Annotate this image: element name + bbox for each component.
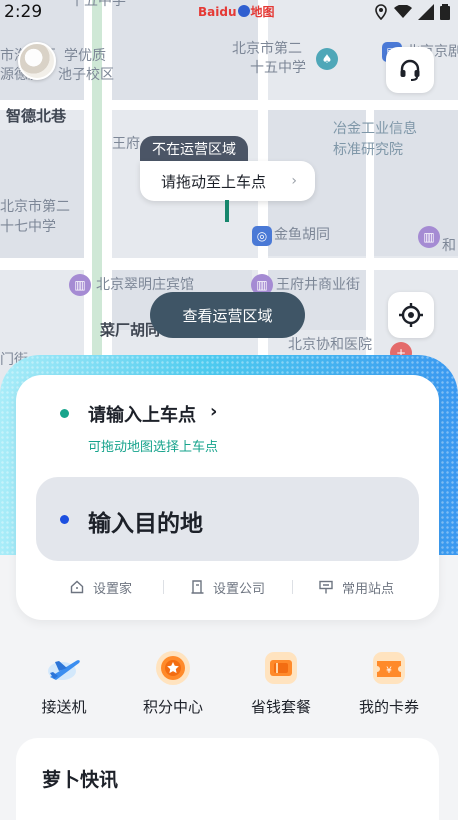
divider (163, 580, 164, 594)
locate-me-button[interactable] (388, 292, 434, 338)
common-stations-label: 常用站点 (342, 581, 395, 597)
map-label: 北京协和医院 (288, 337, 372, 353)
map-label: 金鱼胡同 (274, 227, 330, 243)
points-icon (153, 648, 193, 688)
wifi-status-icon (394, 5, 412, 18)
service-saving-package[interactable]: 省钱套餐 (236, 648, 326, 717)
view-service-area-button[interactable]: 查看运营区域 (150, 292, 305, 338)
set-home-label: 设置家 (93, 581, 133, 597)
map-label: 王府井商业街 (276, 277, 360, 293)
location-status-icon (375, 4, 387, 20)
map-label: 北京市第二 (232, 41, 302, 57)
status-time: 2:29 (4, 2, 43, 22)
service-label: 接送机 (41, 698, 87, 716)
destination-input[interactable]: 输入目的地 (36, 477, 419, 561)
news-title: 萝卜快讯 (42, 769, 119, 791)
map-label: 标准研究院 (333, 142, 403, 158)
customer-service-button[interactable] (386, 47, 434, 93)
chevron-right-icon: › (291, 173, 297, 189)
office-icon (191, 580, 204, 594)
service-airport-transfer[interactable]: 接送机 (19, 648, 109, 717)
service-my-coupons[interactable]: ¥ 我的卡券 (344, 648, 434, 717)
map-label: 十七中学 (0, 219, 56, 235)
map-brand-logo: Baidu 地图 (198, 5, 275, 19)
set-office-label: 设置公司 (213, 581, 266, 597)
map-label: 十五中学 (250, 60, 306, 76)
package-icon (261, 648, 301, 688)
map-label: 和 (442, 238, 456, 254)
map-label: 十五中学 (70, 0, 126, 9)
headset-icon (400, 59, 420, 81)
signal-status-icon (418, 4, 434, 20)
divider (292, 580, 293, 594)
service-points-center[interactable]: 积分中心 (128, 648, 218, 717)
chevron-right-icon[interactable]: › (210, 401, 217, 422)
hotel-poi-icon[interactable]: ▥ (69, 274, 91, 296)
subway-poi-icon[interactable]: ◎ (252, 226, 272, 246)
set-office-link[interactable]: 设置公司 (191, 576, 265, 598)
building-poi-icon[interactable]: ▥ (418, 226, 440, 248)
crosshair-icon (399, 303, 423, 327)
news-card[interactable]: 萝卜快讯 (16, 738, 439, 820)
battery-status-icon (440, 4, 450, 20)
map-label: 学优质 (64, 48, 106, 64)
map-label: 王府 (112, 136, 140, 152)
map-label: 智德北巷 (6, 107, 67, 125)
pickup-hint: 可拖动地图选择上车点 (88, 440, 219, 455)
destination-dot (60, 515, 69, 524)
service-label: 省钱套餐 (250, 698, 311, 716)
out-of-area-tag: 不在运营区域 (140, 136, 248, 162)
pickup-dot (60, 409, 69, 418)
destination-placeholder: 输入目的地 (88, 511, 203, 537)
park-poi-icon[interactable]: ♠ (316, 48, 338, 70)
airplane-icon (44, 648, 84, 688)
service-label: 我的卡券 (358, 698, 419, 716)
map-pin (225, 200, 229, 222)
status-icons (374, 4, 450, 20)
station-icon (319, 580, 333, 594)
map-label: 冶金工业信息 (333, 121, 417, 137)
service-label: 积分中心 (142, 698, 203, 716)
coupon-icon: ¥ (369, 648, 409, 688)
common-stations-link[interactable]: 常用站点 (319, 576, 394, 598)
drag-pickup-hint-label: 请拖动至上车点 (161, 172, 267, 191)
svg-text:¥: ¥ (386, 666, 392, 676)
map-view[interactable]: Baidu地图 十五中学 市海淀区 学优质 源德胜 池子校区 北京市第二 十五中… (0, 0, 458, 400)
home-icon (70, 580, 84, 594)
pickup-input[interactable]: 请输入上车点 (88, 401, 196, 427)
map-label: 菜厂胡同 (100, 321, 161, 339)
avatar[interactable] (18, 42, 56, 80)
map-label: 池子校区 (58, 67, 114, 83)
set-home-link[interactable]: 设置家 (70, 576, 132, 598)
booking-card: 请输入上车点 › 可拖动地图选择上车点 输入目的地 设置家 设置公司 常用站点 (16, 375, 439, 620)
map-label: 北京市第二 (0, 199, 70, 215)
drag-pickup-hint[interactable]: 请拖动至上车点 › (140, 161, 315, 201)
